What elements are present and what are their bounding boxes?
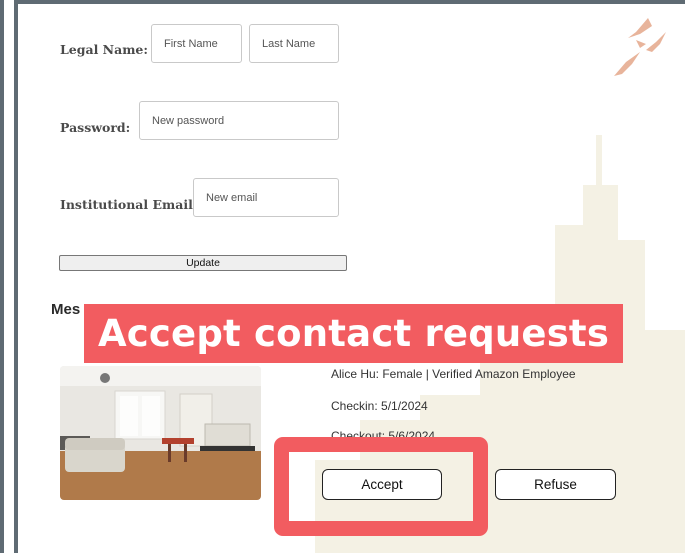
listing-photo — [60, 366, 261, 500]
email-input[interactable]: New email — [193, 178, 339, 217]
password-label: Password: — [60, 120, 131, 135]
update-button[interactable]: Update — [59, 255, 347, 271]
refuse-button[interactable]: Refuse — [495, 469, 616, 500]
accept-highlight-box — [274, 437, 488, 536]
legal-name-label: Legal Name: — [60, 42, 149, 57]
left-border — [0, 0, 4, 553]
last-name-input[interactable]: Last Name — [249, 24, 339, 63]
password-input[interactable]: New password — [139, 101, 339, 140]
instruction-banner: Accept contact requests — [84, 304, 623, 363]
checkin-date: Checkin: 5/1/2024 — [331, 399, 428, 413]
first-name-input[interactable]: First Name — [151, 24, 242, 63]
messages-section-title: Mes — [51, 301, 81, 318]
institutional-email-label: Institutional Email: — [60, 197, 198, 212]
guest-info: Alice Hu: Female | Verified Amazon Emplo… — [331, 367, 576, 381]
